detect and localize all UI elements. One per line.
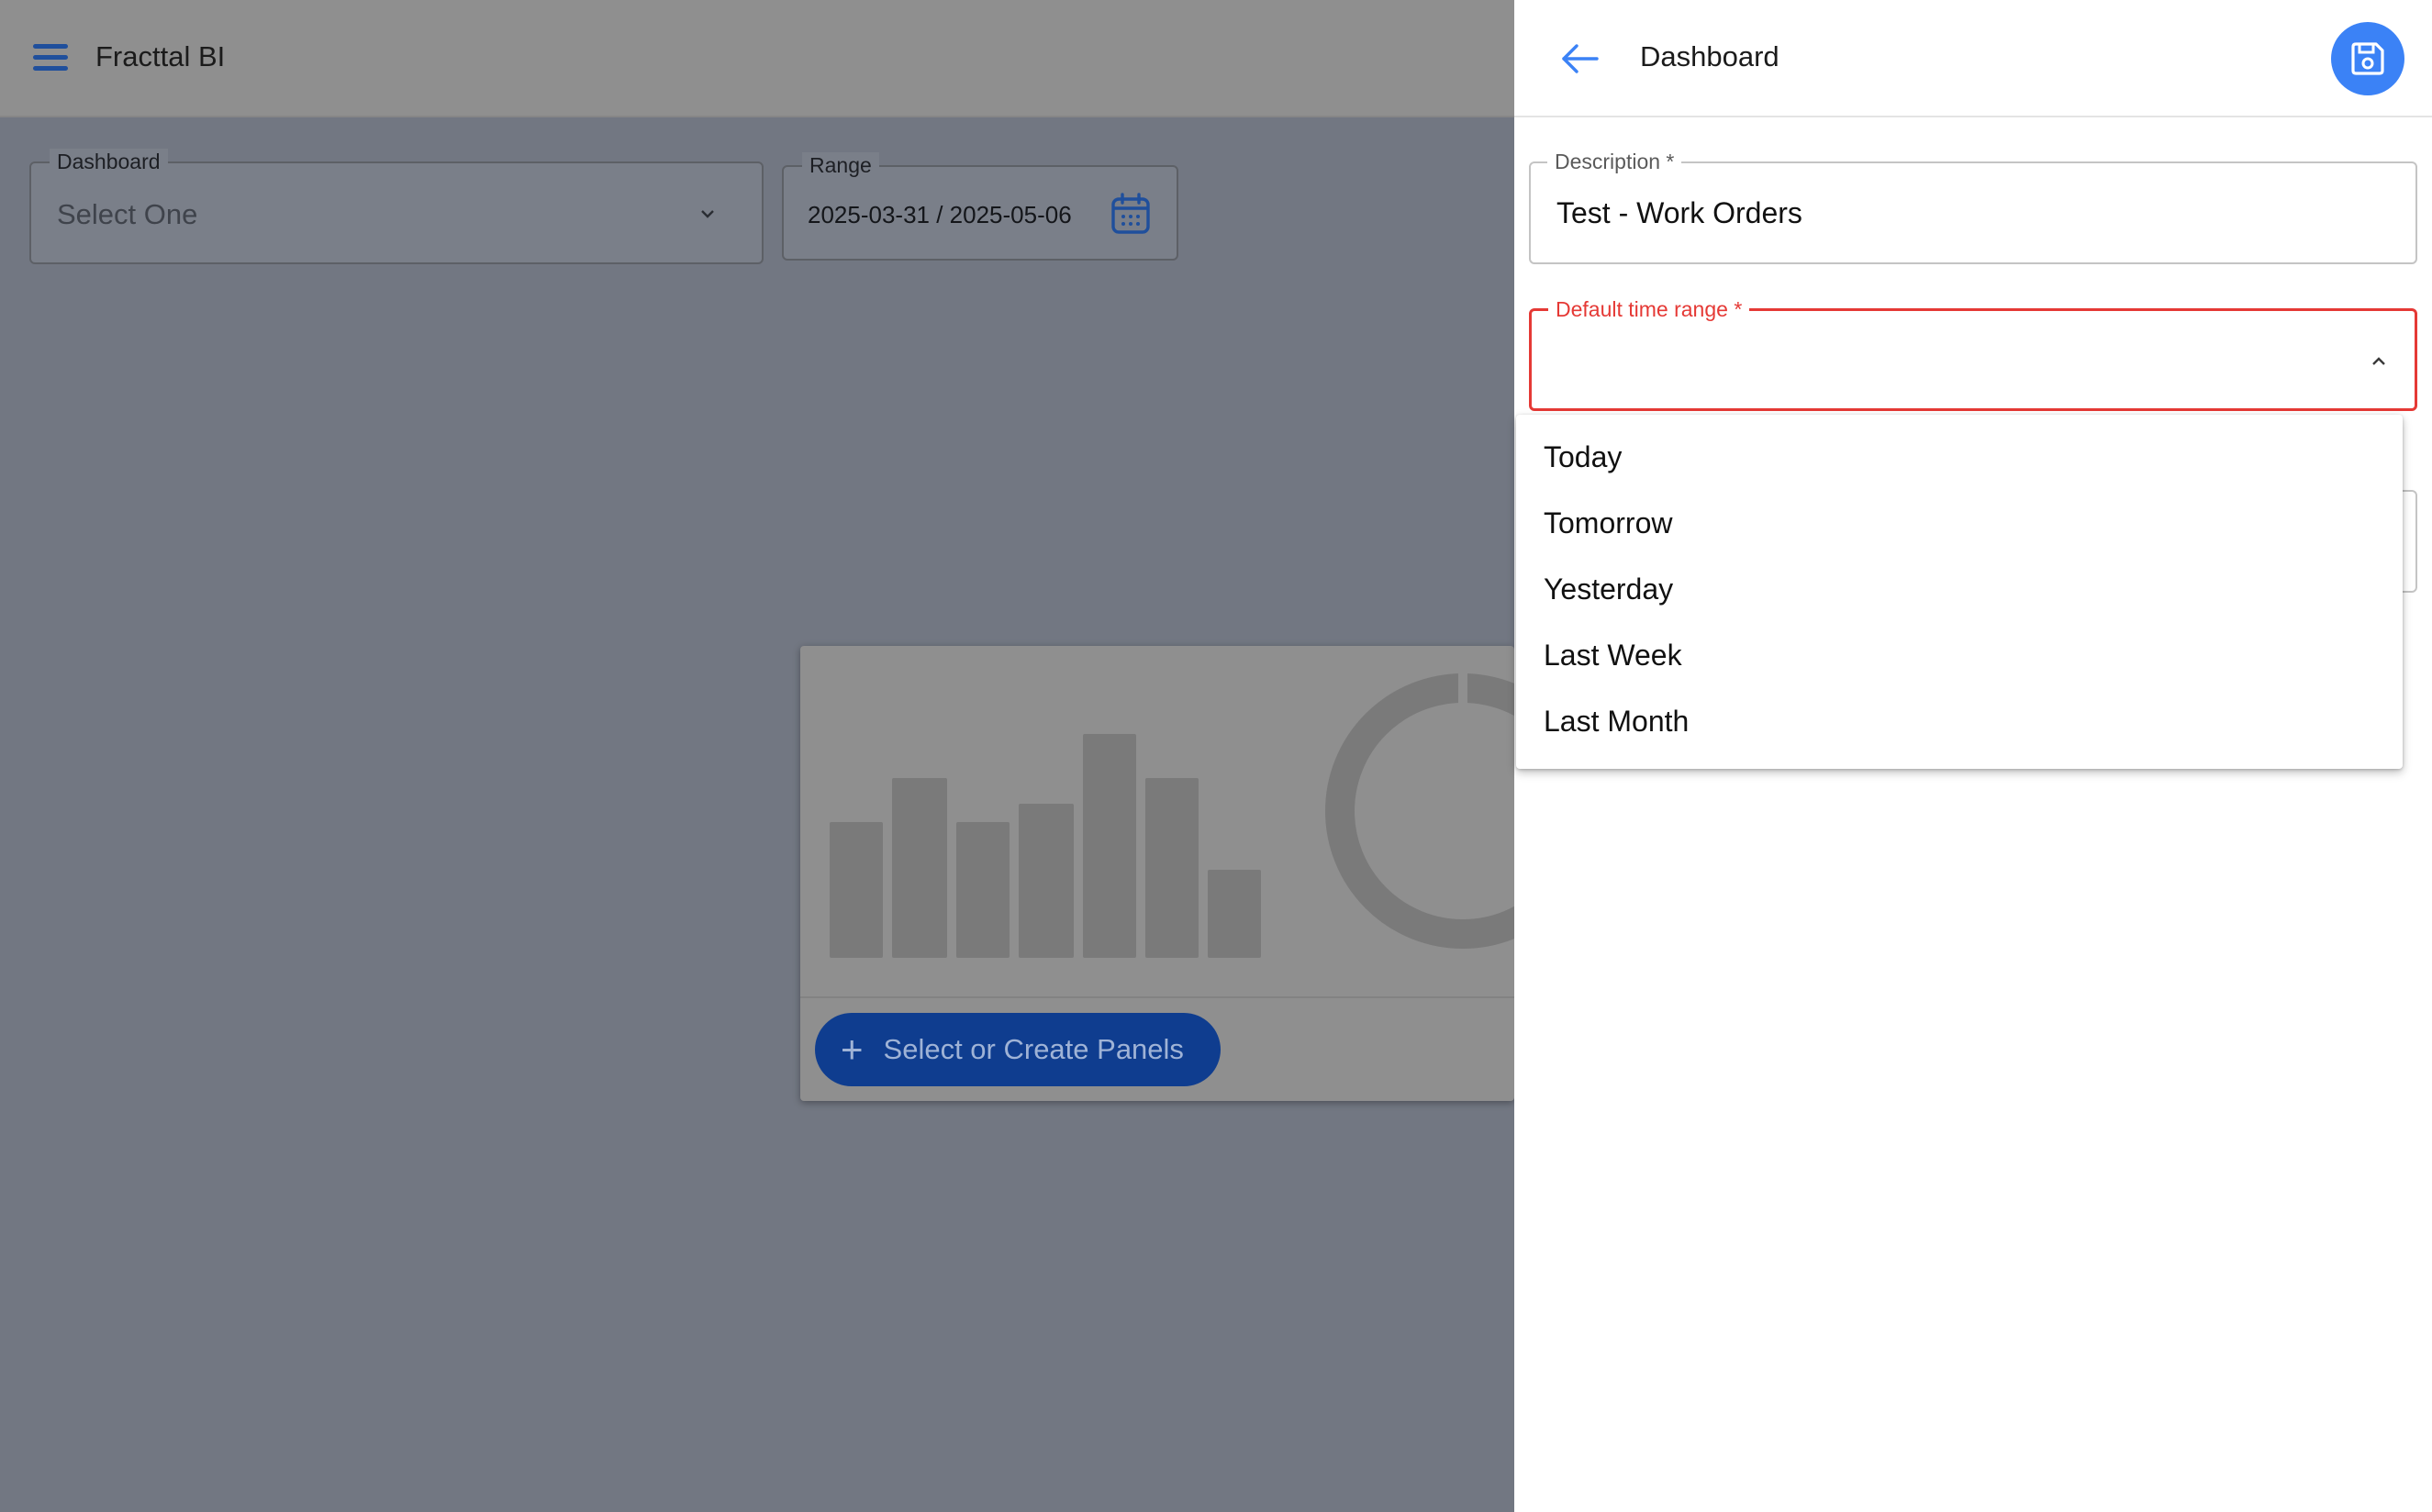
default-time-range-label: Default time range * [1548,296,1750,322]
option-today[interactable]: Today [1544,431,2388,483]
select-or-create-panels-button[interactable]: + Select or Create Panels [815,1013,1221,1086]
side-panel-header: Dashboard [1514,0,2432,117]
option-yesterday[interactable]: Yesterday [1544,563,2388,615]
time-range-dropdown: Today Tomorrow Yesterday Last Week Last … [1516,415,2403,769]
donut-illustration [1325,673,1514,949]
option-last-month[interactable]: Last Month [1544,695,2388,747]
empty-panels-card: + Select or Create Panels [800,646,1514,1101]
option-last-week[interactable]: Last Week [1544,629,2388,681]
description-value[interactable]: Test - Work Orders [1556,196,1802,230]
back-arrow-icon[interactable] [1560,40,1601,77]
save-icon [2351,42,2384,75]
range-picker[interactable]: Range 2025-03-31 / 2025-05-06 [782,152,1178,261]
range-picker-value: 2025-03-31 / 2025-05-06 [808,201,1072,228]
background-app: Fracttal BI Dashboard Select One Range 2… [0,0,1514,1512]
panels-illustration [800,646,1514,996]
save-button[interactable] [2331,22,2404,95]
option-tomorrow[interactable]: Tomorrow [1544,497,2388,549]
plus-icon: + [841,1028,864,1071]
side-panel-title: Dashboard [1640,40,1779,72]
top-app-bar: Fracttal BI [0,0,1514,117]
dashboard-select[interactable]: Dashboard Select One [29,149,764,264]
calendar-icon[interactable] [1110,193,1151,235]
menu-icon[interactable] [33,42,70,73]
dashboard-select-placeholder: Select One [57,198,198,230]
description-label: Description * [1547,149,1682,174]
bar-illustration [830,723,1261,958]
app-title: Fracttal BI [95,40,226,72]
select-or-create-panels-label: Select or Create Panels [883,1033,1184,1065]
default-time-range-select[interactable]: Default time range * [1529,296,2417,411]
chevron-up-icon [2372,357,2385,365]
description-field[interactable]: Description * Test - Work Orders [1529,149,2417,264]
range-picker-label: Range [802,152,879,178]
dashboard-select-label: Dashboard [50,149,168,174]
chevron-down-icon [701,210,714,218]
